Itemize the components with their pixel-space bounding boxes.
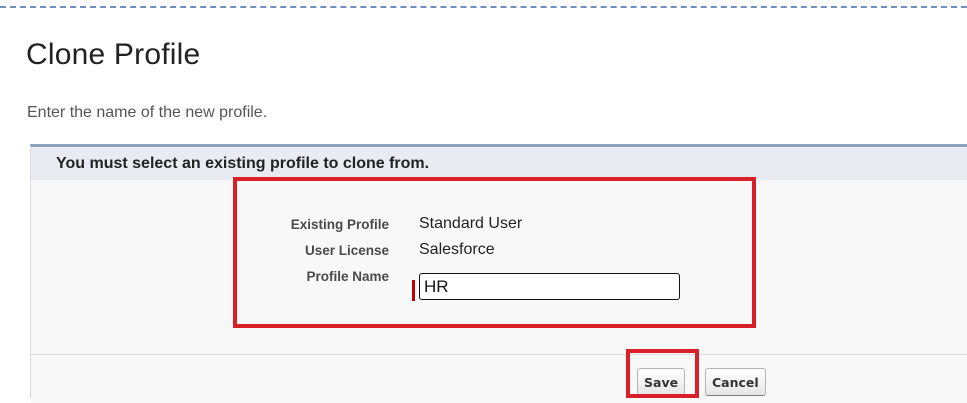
save-button-highlight: [626, 349, 699, 398]
top-dashed-divider: [0, 6, 967, 8]
page-instructions: Enter the name of the new profile.: [27, 104, 268, 121]
cancel-button[interactable]: Cancel: [705, 368, 766, 396]
panel-footer: [31, 354, 967, 403]
page-title: Clone Profile: [26, 38, 201, 71]
form-fields-highlight: [233, 177, 756, 328]
panel-header-text: You must select an existing profile to c…: [56, 155, 430, 172]
panel-header: You must select an existing profile to c…: [31, 147, 967, 180]
